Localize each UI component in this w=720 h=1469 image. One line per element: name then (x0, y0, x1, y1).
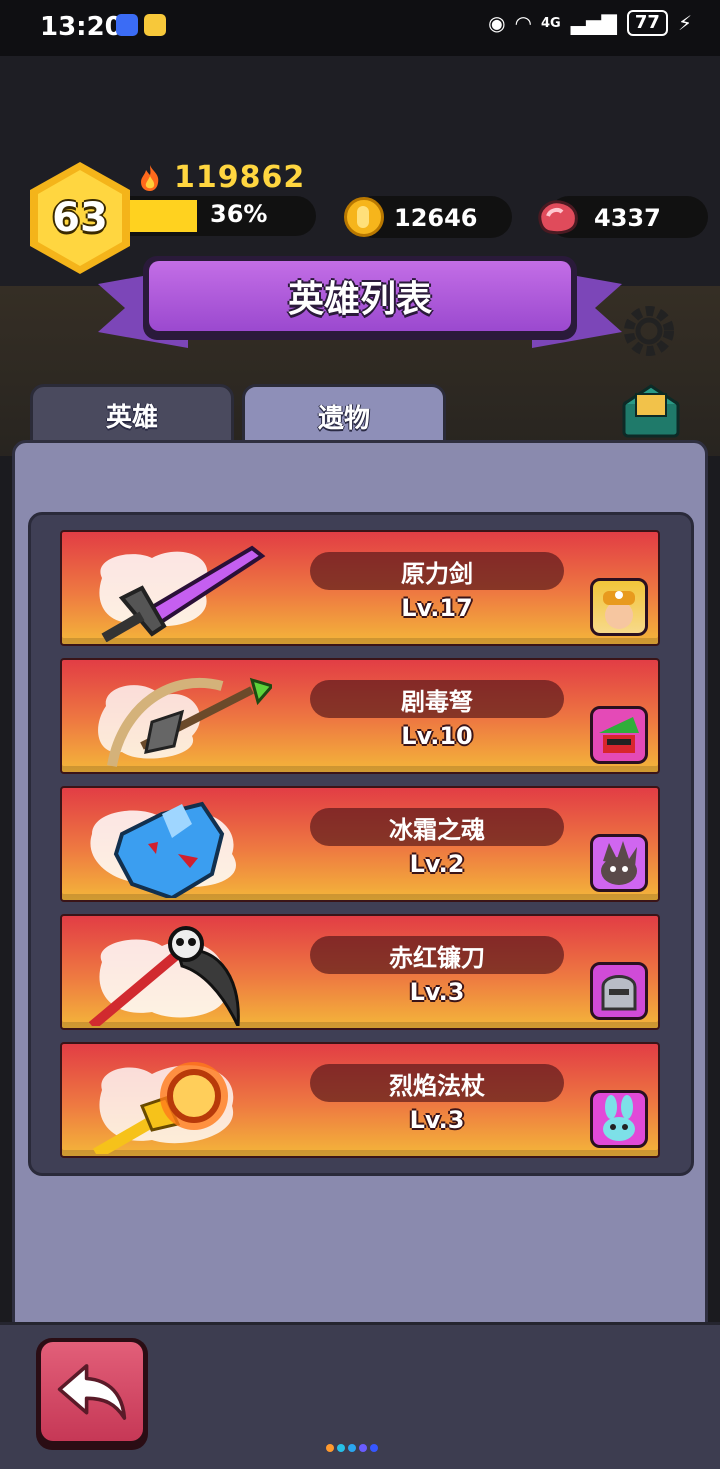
shadow-hero-avatar[interactable] (590, 834, 648, 892)
page-dot (359, 1444, 367, 1452)
page-dot (326, 1444, 334, 1452)
knight-hero-avatar[interactable] (590, 962, 648, 1020)
relic-name: 烈焰法杖 (310, 1064, 564, 1102)
relic-level: Lv.3 (409, 978, 465, 1006)
wifi-icon: ◠ (515, 11, 532, 35)
back-arrow-icon (57, 1363, 127, 1420)
relic-card[interactable]: 烈焰法杖 Lv.3 (60, 1042, 660, 1158)
robin-hero-avatar[interactable] (590, 706, 648, 764)
relic-level: Lv.10 (401, 722, 473, 750)
page-dot (337, 1444, 345, 1452)
relic-card[interactable]: 赤红镰刀 Lv.3 (60, 914, 660, 1030)
gear-icon (624, 306, 674, 356)
gold-amount: 12646 (394, 204, 478, 232)
fire-icon (141, 165, 159, 191)
mail-icon (622, 384, 680, 438)
page-title: 英雄列表 (149, 261, 571, 331)
miner-hero-avatar[interactable] (590, 578, 648, 636)
back-button[interactable] (36, 1338, 148, 1450)
relic-level: Lv.2 (409, 850, 465, 878)
status-icons: ◉ ◠ 4G ▃▅▇ 77 ⚡ (488, 10, 692, 36)
ice-crystal-icon (90, 801, 236, 898)
relic-level: Lv.17 (401, 594, 473, 622)
relic-card[interactable]: 剧毒弩 Lv.10 (60, 658, 660, 774)
page-dot (370, 1444, 378, 1452)
title-banner: 英雄列表 (143, 256, 577, 340)
relic-name: 赤红镰刀 (310, 936, 564, 974)
network-label: 4G (541, 15, 561, 31)
relic-card[interactable]: 冰霜之魂 Lv.2 (60, 786, 660, 902)
meat-icon (538, 200, 578, 235)
eye-icon: ◉ (488, 11, 506, 35)
bunny-hero-avatar[interactable] (590, 1090, 648, 1148)
tab-heroes[interactable]: 英雄 (30, 384, 234, 446)
relic-name: 原力剑 (310, 552, 564, 590)
signal-icon: ▃▅▇ (570, 11, 617, 35)
crossbow-icon (98, 677, 272, 767)
meat-amount: 4337 (594, 204, 661, 232)
page-indicator (326, 1444, 378, 1452)
page-dot (348, 1444, 356, 1452)
relic-name: 剧毒弩 (310, 680, 564, 718)
back-button-face (41, 1342, 143, 1441)
xp-progress-fill (130, 200, 197, 232)
scythe-icon (88, 926, 240, 1026)
player-level: 63 (38, 170, 122, 266)
status-time: 13:20 (40, 12, 123, 42)
relic-level: Lv.3 (409, 1106, 465, 1134)
sword-icon (99, 545, 266, 642)
relic-name: 冰霜之魂 (310, 808, 564, 846)
battery-icon: 77 (626, 10, 668, 36)
status-bar: 13:20 ◉ ◠ 4G ▃▅▇ 77 ⚡ (0, 0, 720, 56)
combat-power: 119862 (174, 160, 306, 195)
charging-icon: ⚡ (677, 11, 692, 35)
tab-relics[interactable]: 遗物 (242, 384, 446, 446)
app-notification-icon (116, 14, 138, 36)
xp-percent-label: 36% (210, 200, 268, 228)
relic-card[interactable]: 原力剑 Lv.17 (60, 530, 660, 646)
fire-staff-icon (92, 1062, 234, 1154)
gold-coin-icon (344, 197, 384, 237)
app-notification-icon (144, 14, 166, 36)
xp-progress-bar: 36% (130, 196, 316, 236)
